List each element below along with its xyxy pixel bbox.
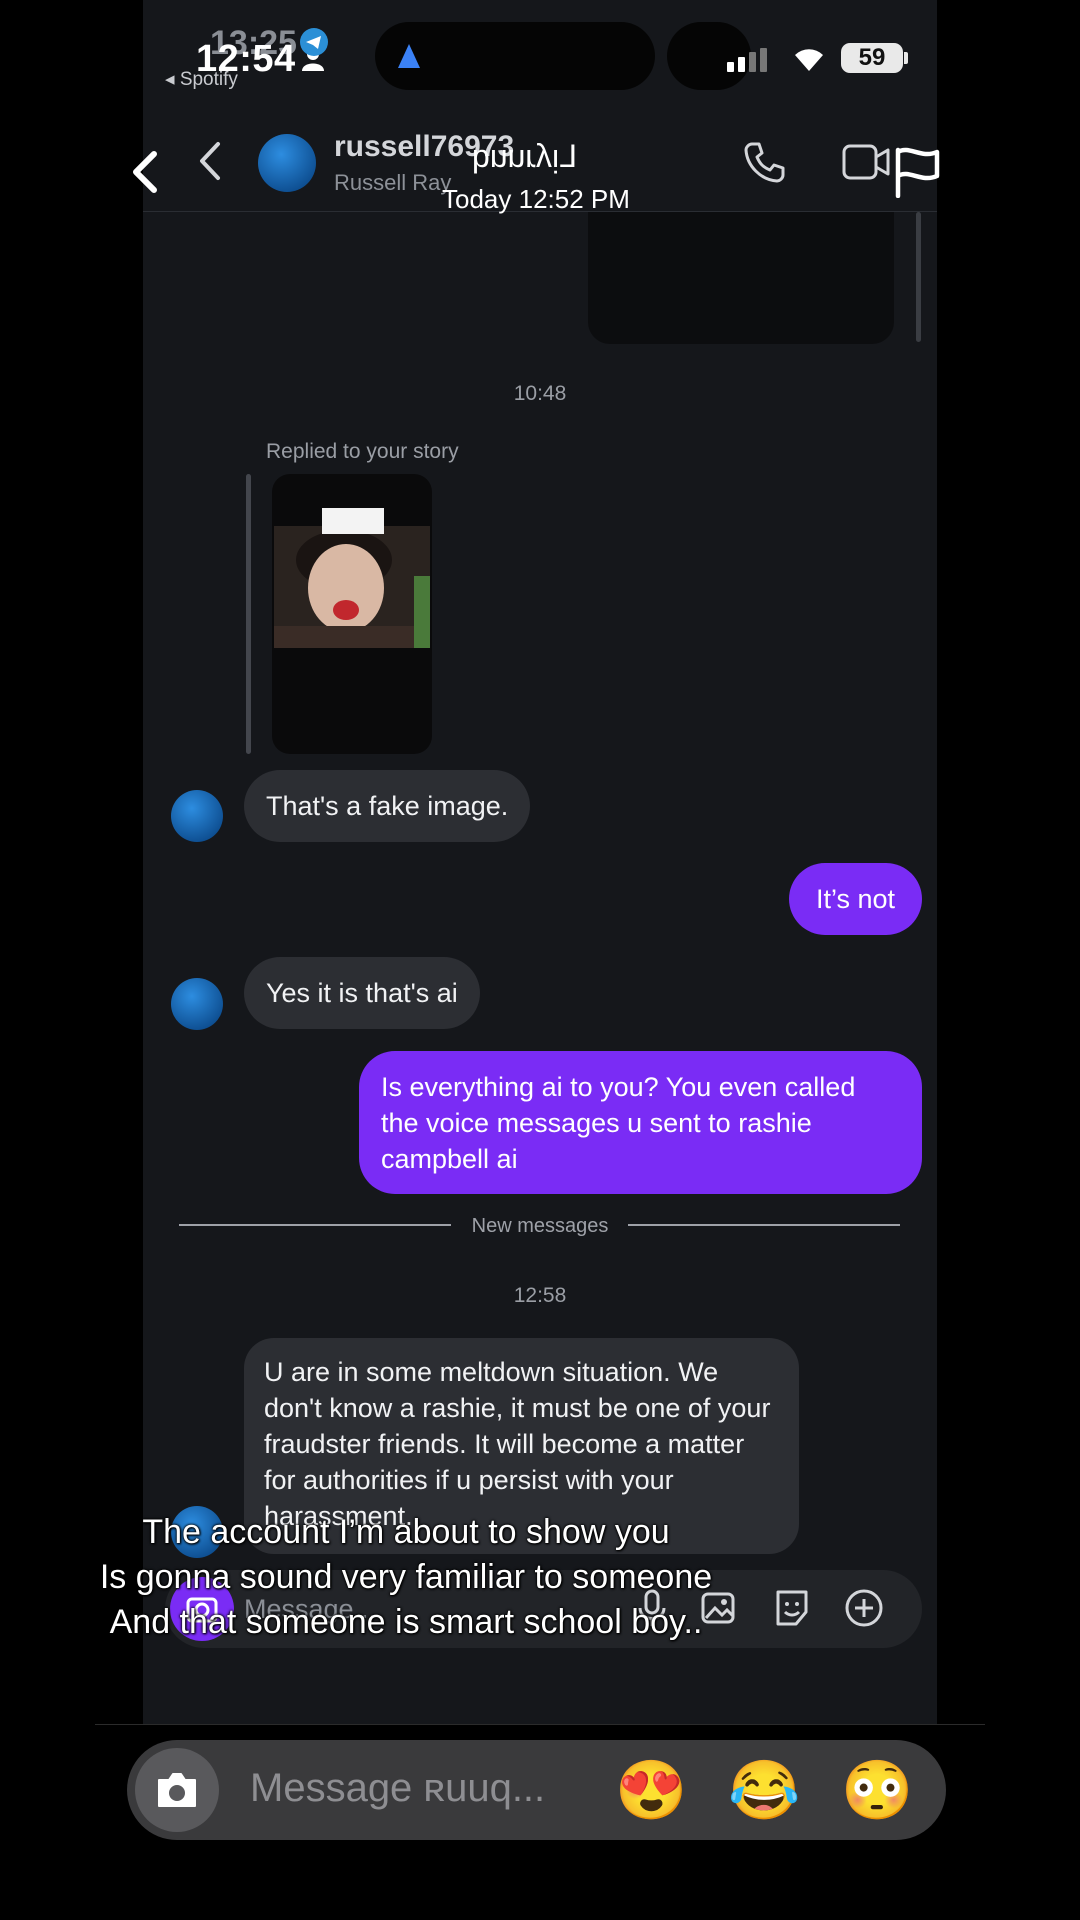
scrollbar[interactable]	[916, 212, 921, 342]
reply-indicator-bar	[246, 474, 251, 754]
cellular-signal-icon	[727, 48, 777, 72]
heart-eyes-emoji-button[interactable]: 😍	[615, 1762, 687, 1820]
replied-to-story-label: Replied to your story	[266, 440, 459, 463]
timestamp-separator: 10:48	[513, 382, 567, 405]
message-incoming[interactable]: That's a fake image.	[244, 770, 531, 842]
story-text-sticker	[322, 508, 384, 534]
previous-media-message[interactable]	[588, 212, 894, 344]
avatar[interactable]	[258, 134, 316, 192]
phone-icon[interactable]	[742, 140, 786, 184]
timestamp-separator: 12:58	[513, 1284, 567, 1307]
caption-line: Is gonna sound very familiar to someone	[99, 1558, 713, 1596]
caption-line: The account I’m about to show you	[142, 1513, 670, 1551]
camera-button[interactable]	[135, 1748, 219, 1832]
telegram-icon	[300, 28, 328, 56]
back-to-spotify-link[interactable]: ◂ Spotify	[165, 68, 238, 91]
navigation-arrow-icon	[398, 44, 420, 68]
divider	[628, 1224, 900, 1226]
avatar[interactable]	[171, 978, 223, 1030]
message-outgoing[interactable]: Is everything ai to you? You even called…	[359, 1051, 922, 1194]
flag-icon[interactable]	[893, 146, 943, 198]
overlay-contact-name: Lᴉʎɹuuq	[472, 138, 577, 174]
message-outgoing[interactable]: It’s not	[789, 863, 922, 935]
video-call-icon[interactable]	[842, 144, 890, 180]
wifi-icon	[795, 49, 823, 71]
overlay-date: Today 12:52 PM	[442, 184, 630, 214]
new-messages-label: New messages	[471, 1215, 609, 1237]
tears-of-joy-emoji-button[interactable]: 😂	[728, 1762, 800, 1820]
plus-circle-icon[interactable]	[844, 1588, 884, 1628]
battery-tip	[904, 52, 908, 64]
inner-back-chevron-icon[interactable]	[196, 140, 222, 182]
story-thumbnail[interactable]	[272, 474, 432, 754]
caption-line: And that someone is smart school boy..	[109, 1603, 703, 1641]
header-full-name: Russell Ray	[334, 170, 452, 195]
message-incoming[interactable]: Yes it is that's ai	[244, 957, 480, 1029]
camera-icon	[158, 1773, 196, 1807]
divider	[179, 1224, 451, 1226]
divider	[95, 1724, 985, 1725]
battery-indicator: 59	[841, 43, 903, 73]
flushed-emoji-button[interactable]: 😳	[841, 1762, 913, 1820]
back-chevron-icon[interactable]	[130, 150, 158, 194]
story-face-image	[274, 526, 430, 648]
message-input[interactable]: Message ʀuuq...	[250, 1766, 545, 1811]
avatar[interactable]	[171, 790, 223, 842]
